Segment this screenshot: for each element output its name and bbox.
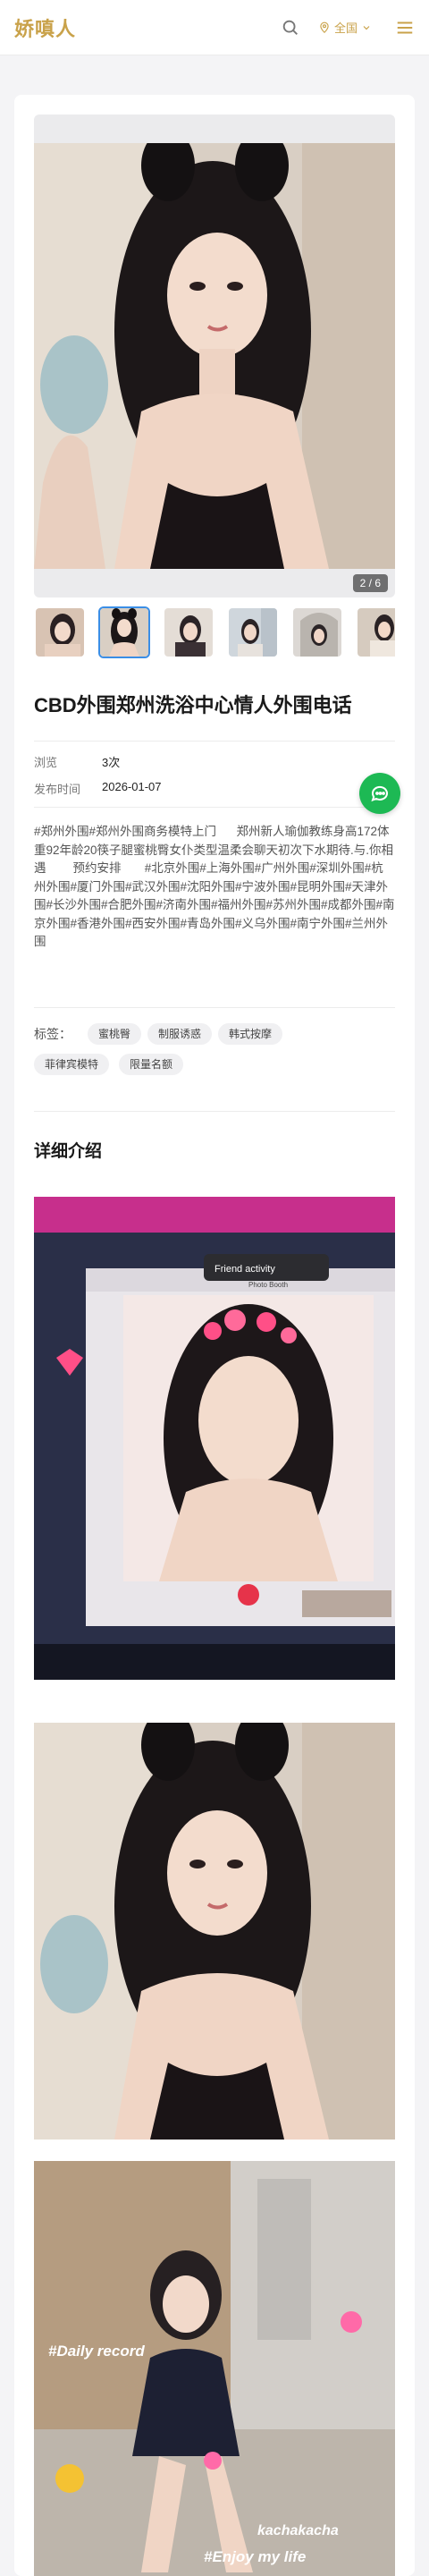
chat-button[interactable] (359, 773, 400, 814)
thumbnail[interactable] (227, 606, 279, 658)
views-value: 3次 (102, 756, 121, 769)
caption-daily-record: #Daily record (48, 2343, 145, 2360)
section-title: 详细介绍 (34, 1142, 103, 1161)
divider (34, 807, 395, 808)
detail-photo (34, 1723, 395, 2140)
tag[interactable]: 蜜桃臀 (88, 1023, 142, 1045)
date-label: 发布时间 (34, 783, 81, 796)
photo-booth-label: Photo Booth (248, 1281, 288, 1289)
post-title: CBD外围郑州洗浴中心情人外围电话 (34, 694, 352, 716)
caption-kachakacha: kachakacha (257, 2523, 339, 2538)
gallery-counter: 2 / 6 (352, 574, 388, 592)
site-header: 娇嗔人 全国 (0, 0, 429, 55)
date-row: 发布时间 2026-01-07 (34, 780, 162, 797)
tag[interactable]: 制服诱惑 (147, 1023, 213, 1045)
thumbnail[interactable] (34, 606, 86, 658)
tag[interactable]: 菲律宾模特 (34, 1054, 110, 1075)
tag[interactable]: 限量名额 (119, 1054, 184, 1075)
thumbnail[interactable] (356, 606, 395, 658)
date-value: 2026-01-07 (102, 780, 162, 793)
location-label: 全国 (333, 21, 358, 35)
search-icon[interactable] (281, 18, 300, 38)
views-row: 浏览 3次 (34, 753, 120, 770)
header-actions: 全国 (281, 18, 415, 38)
tag[interactable]: 韩式按摩 (218, 1023, 283, 1045)
thumbnail-active[interactable] (98, 606, 150, 658)
detail-photo: Friend activity Photo Booth (34, 1197, 395, 1680)
photo-gallery[interactable]: 2 / 6 (34, 114, 395, 597)
tags-label: 标签： (34, 1027, 72, 1041)
caption-enjoy-my-life: #Enjoy my life (204, 2548, 306, 2565)
chat-bubble-icon (371, 785, 388, 802)
friend-activity-label: Friend activity (214, 1264, 275, 1275)
location-selector[interactable]: 全国 (318, 19, 375, 36)
post-card: 2 / 6 CBD外围郑州洗浴中心情人外围电话 浏览 3次 发布时间 2026-… (14, 95, 415, 2576)
thumbnail-strip (34, 606, 395, 660)
divider (34, 1111, 395, 1112)
divider (34, 1007, 395, 1008)
detail-photo: #Daily record kachakacha #Enjoy my life (34, 2161, 395, 2576)
chevron-down-icon (363, 25, 370, 30)
views-label: 浏览 (34, 756, 58, 769)
site-logo[interactable]: 娇嗔人 (14, 13, 76, 42)
location-pin-icon (320, 21, 329, 33)
gallery-main-photo[interactable] (34, 143, 395, 569)
post-description: #郑州外围#郑州外围商务模特上门 郑州新人瑜伽教练身高172体重92年龄20筷子… (34, 825, 395, 948)
thumbnail[interactable] (163, 606, 214, 658)
thumbnail[interactable] (291, 606, 343, 658)
menu-icon[interactable] (395, 18, 415, 38)
